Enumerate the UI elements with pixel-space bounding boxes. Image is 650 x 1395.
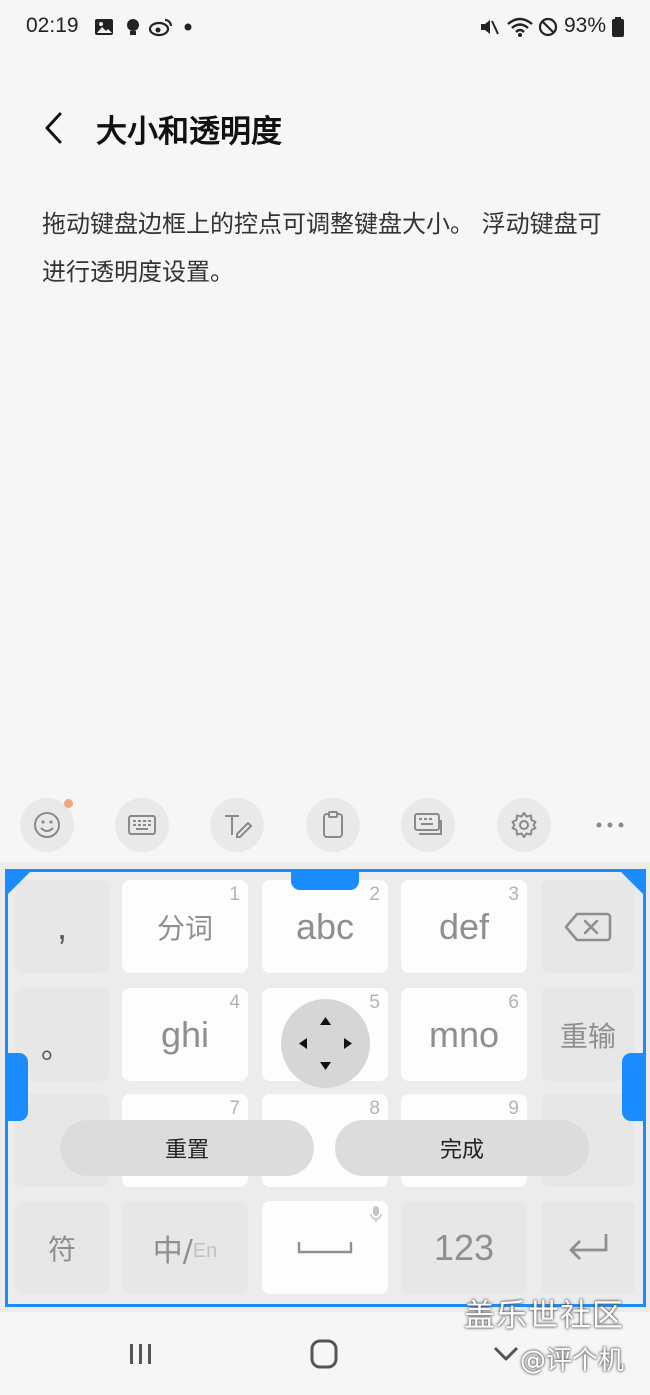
bulb-icon [127, 19, 139, 35]
clipboard-icon [323, 811, 343, 838]
keyboard-toolbar [0, 796, 650, 856]
more-button[interactable] [583, 798, 637, 852]
gallery-icon [95, 19, 113, 35]
notification-dot [64, 799, 73, 808]
more-icon [596, 822, 624, 828]
keyboard-button[interactable] [115, 798, 169, 852]
description-text: 拖动键盘边框上的控点可调整键盘大小。 浮动键盘可进行透明度设置。 [42, 210, 602, 286]
weibo-icon [148, 19, 172, 37]
watermark-community: 盖乐世社区 [464, 1298, 624, 1334]
battery-icon [612, 17, 624, 37]
keyboard-mode-button[interactable] [401, 798, 455, 852]
back-button[interactable] [30, 104, 78, 152]
done-button[interactable]: 完成 [335, 1120, 589, 1176]
handwriting-icon [225, 815, 253, 838]
move-keyboard-handle[interactable] [281, 999, 370, 1088]
keyboard-mode-icon [414, 813, 442, 835]
settings-button[interactable] [497, 798, 551, 852]
handwriting-button[interactable] [210, 798, 264, 852]
top-right-corner-handle[interactable] [616, 869, 646, 899]
clipboard-button[interactable] [306, 798, 360, 852]
dot-icon [184, 23, 192, 31]
battery-percentage: 93% [563, 14, 606, 37]
move-arrows-icon [299, 1017, 352, 1070]
recent-apps-icon[interactable] [124, 1340, 158, 1368]
wifi-icon [507, 17, 533, 37]
settings-icon [511, 812, 537, 838]
emoji-icon [34, 812, 60, 838]
status-time: 02:19 [26, 14, 79, 37]
page-title: 大小和透明度 [96, 114, 282, 150]
status-bar: 02:19 93% [0, 0, 650, 56]
hide-keyboard-icon[interactable] [490, 1342, 522, 1366]
top-left-corner-handle[interactable] [5, 869, 35, 899]
home-icon[interactable] [304, 1338, 344, 1370]
right-resize-handle[interactable] [622, 1053, 646, 1121]
do-not-disturb-icon [538, 17, 558, 37]
reset-button[interactable]: 重置 [60, 1120, 314, 1176]
mute-icon [481, 20, 499, 35]
left-resize-handle[interactable] [5, 1053, 28, 1121]
keyboard-icon [128, 815, 156, 835]
watermark-author: @评个机 [520, 1346, 625, 1376]
top-resize-handle[interactable] [291, 869, 359, 890]
